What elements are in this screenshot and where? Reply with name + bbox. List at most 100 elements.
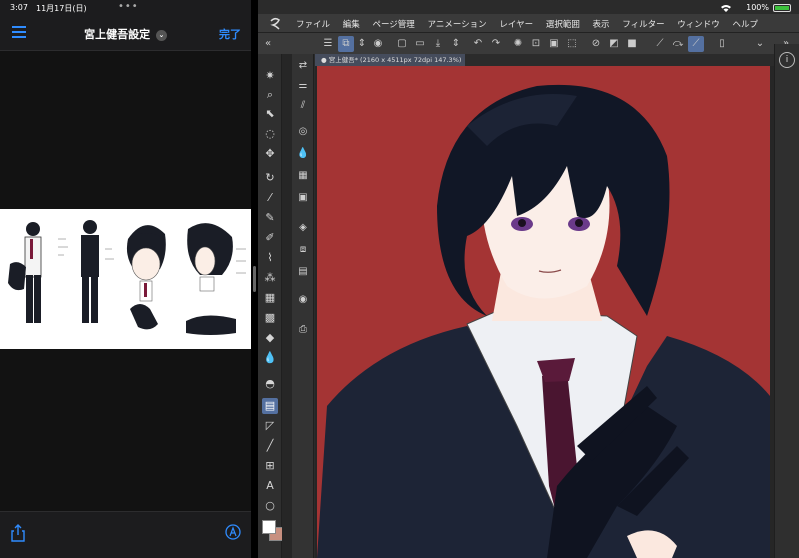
tool-palette-scroll[interactable] <box>282 54 292 558</box>
drawing-canvas[interactable] <box>317 66 770 558</box>
frame-icon[interactable]: ⊞ <box>262 458 278 474</box>
menu-help[interactable]: ヘルプ <box>733 20 759 30</box>
layer-mask-icon[interactable]: ■ <box>624 36 640 52</box>
done-button[interactable]: 完了 <box>219 26 241 42</box>
new-file-icon[interactable]: ▢ <box>394 36 410 52</box>
split-view-handle[interactable] <box>253 266 256 292</box>
undo-icon[interactable]: ↶ <box>470 36 486 52</box>
palette-switch-icon[interactable]: ⇄ <box>295 58 311 74</box>
operation-icon[interactable]: ⬉ <box>262 106 278 122</box>
tool-palette: ✷ ⌕ ⬉ ◌ ✥ ↻ ⁄ ✎ ✐ ⌇ ⁂ ▦ ▩ ◆ 💧 ◓ ▤ ◸ ╱ ⊞ … <box>258 54 283 558</box>
menu-bar: ファイル 編集 ページ管理 アニメーション レイヤー 選択範囲 表示 フィルター… <box>258 14 799 32</box>
preview-area[interactable] <box>0 51 251 511</box>
balloon-icon[interactable]: ○ <box>262 498 278 514</box>
snap-ruler-icon[interactable]: ⟋ <box>652 36 668 52</box>
navigator-icon[interactable]: ▤ <box>295 264 311 280</box>
approx-color-icon[interactable]: ▣ <box>295 190 311 206</box>
eyedropper-icon[interactable]: ⁄ <box>262 190 278 206</box>
color-set-icon[interactable]: ▦ <box>295 168 311 184</box>
clip-studio-pane: 100% ファイル 編集 ページ管理 アニメーション レイヤー 選択範囲 表示 … <box>258 0 799 558</box>
command-bar: « ☰ ⧉ ⇕ ◉ ▢ ▭ ⤓ ⇕ ↶ ↷ ✺ ⊡ ▣ ⬚ ⊘ ◩ ■ ⟋ ⤼ … <box>258 32 799 54</box>
line-icon[interactable]: ╱ <box>262 438 278 454</box>
share-icon[interactable] <box>10 524 26 542</box>
menu-items: ファイル 編集 ページ管理 アニメーション レイヤー 選択範囲 表示 フィルター… <box>296 18 768 30</box>
clip-studio-logo-icon[interactable] <box>268 16 282 30</box>
move-icon[interactable]: ✥ <box>262 146 278 162</box>
markup-icon[interactable] <box>225 524 241 540</box>
airbrush-icon[interactable]: ⁂ <box>262 270 278 286</box>
status-time: 3:07 <box>10 3 28 12</box>
menu-icon[interactable]: ☰ <box>320 36 336 52</box>
redo-icon[interactable]: ↷ <box>488 36 504 52</box>
menu-filter[interactable]: フィルター <box>622 20 664 30</box>
menu-view[interactable]: 表示 <box>593 20 610 30</box>
transform-icon[interactable]: ⬚ <box>564 36 580 52</box>
files-viewer-pane: 3:07 11月17日(日) ••• 宮上健吾設定 ⌄ 完了 <box>0 0 251 558</box>
device-icon[interactable]: ▯ <box>714 36 730 52</box>
status-bar-right: 100% <box>258 0 799 14</box>
layers-icon[interactable]: ◈ <box>295 220 311 236</box>
layer-property-icon[interactable]: ⧈ <box>295 242 311 258</box>
export-icon[interactable]: ⇕ <box>448 36 464 52</box>
gradient-icon[interactable]: ▤ <box>262 398 278 414</box>
menu-selection[interactable]: 選択範囲 <box>546 20 580 30</box>
stepper-icon[interactable]: ⇕ <box>354 36 370 52</box>
bottom-toolbar <box>0 511 251 558</box>
search-layer-icon[interactable]: ◉ <box>295 292 311 308</box>
eraser-icon[interactable]: ◆ <box>262 330 278 346</box>
collapse-left-icon[interactable]: « <box>260 36 276 52</box>
zoom-icon[interactable]: ⌕ <box>262 87 278 103</box>
right-panel-bar: i <box>774 44 799 558</box>
figure-icon[interactable]: ◸ <box>262 418 278 434</box>
menu-animation[interactable]: アニメーション <box>427 20 486 30</box>
grid-icon[interactable]: ▩ <box>262 310 278 326</box>
text-icon[interactable]: A <box>262 478 278 494</box>
blend-icon[interactable]: 💧 <box>262 350 278 366</box>
menu-file[interactable]: ファイル <box>296 20 330 30</box>
eye-icon[interactable]: ◉ <box>370 36 386 52</box>
decoration-icon[interactable]: ▦ <box>262 290 278 306</box>
brush-size-icon[interactable]: ⫽ <box>295 98 311 114</box>
open-folder-icon[interactable]: ▭ <box>412 36 428 52</box>
main-color-swatch[interactable] <box>262 520 276 534</box>
fill-icon[interactable]: ◓ <box>262 376 278 392</box>
hide-selection-icon[interactable]: ⊘ <box>588 36 604 52</box>
menu-page[interactable]: ページ管理 <box>372 20 414 30</box>
brush-icon[interactable]: ⌇ <box>262 250 278 266</box>
fill-selection-icon[interactable]: ▣ <box>546 36 562 52</box>
multitasking-dots-icon[interactable]: ••• <box>118 1 139 12</box>
menu-window[interactable]: ウィンドウ <box>677 20 720 30</box>
pencil-icon[interactable]: ✐ <box>262 230 278 246</box>
clear-icon[interactable]: ⊡ <box>528 36 544 52</box>
snap-special-icon[interactable]: ⤼ <box>670 36 686 52</box>
menu-layer[interactable]: レイヤー <box>499 20 533 30</box>
battery-icon <box>773 4 791 12</box>
sub-tool-palette: ⇄ ⚌ ⫽ ◎ 💧 ▦ ▣ ◈ ⧈ ▤ ◉ ⎙ <box>292 54 314 558</box>
pen-icon[interactable]: ✎ <box>262 210 278 226</box>
color-wheel-icon[interactable]: ◎ <box>295 124 311 140</box>
document-title-text: 宮上健吾設定 <box>84 28 151 41</box>
document-tab[interactable]: ● 宮上健吾* (2160 x 4511px 72dpi 147.3%) <box>315 54 465 66</box>
wifi-icon <box>721 5 731 12</box>
invert-icon[interactable]: ◩ <box>606 36 622 52</box>
character-sheet-image[interactable] <box>0 209 251 349</box>
camera-icon[interactable]: ⎙ <box>295 322 311 338</box>
modify-icon[interactable]: ⧉ <box>338 36 354 52</box>
canvas-area[interactable] <box>315 66 774 558</box>
magic-wand-icon[interactable]: ✷ <box>262 68 278 84</box>
chevron-down-icon[interactable]: ⌄ <box>155 30 167 41</box>
chevron-down-icon[interactable]: ⌄ <box>752 36 768 52</box>
info-icon[interactable]: i <box>779 52 795 68</box>
status-date: 11月17日(日) <box>36 4 87 13</box>
snap-grid-icon[interactable]: ⟋ <box>688 36 704 52</box>
color-mix-icon[interactable]: 💧 <box>295 146 311 162</box>
lasso-icon[interactable]: ◌ <box>262 126 278 142</box>
menu-edit[interactable]: 編集 <box>343 20 360 30</box>
rotate-icon[interactable]: ↻ <box>262 170 278 186</box>
save-icon[interactable]: ⤓ <box>430 36 446 52</box>
split-view-divider[interactable] <box>251 0 258 558</box>
deselect-icon[interactable]: ✺ <box>510 36 526 52</box>
nav-bar: 宮上健吾設定 ⌄ 完了 <box>0 18 251 48</box>
sliders-icon[interactable]: ⚌ <box>295 78 311 94</box>
document-title[interactable]: 宮上健吾設定 ⌄ <box>0 26 251 42</box>
